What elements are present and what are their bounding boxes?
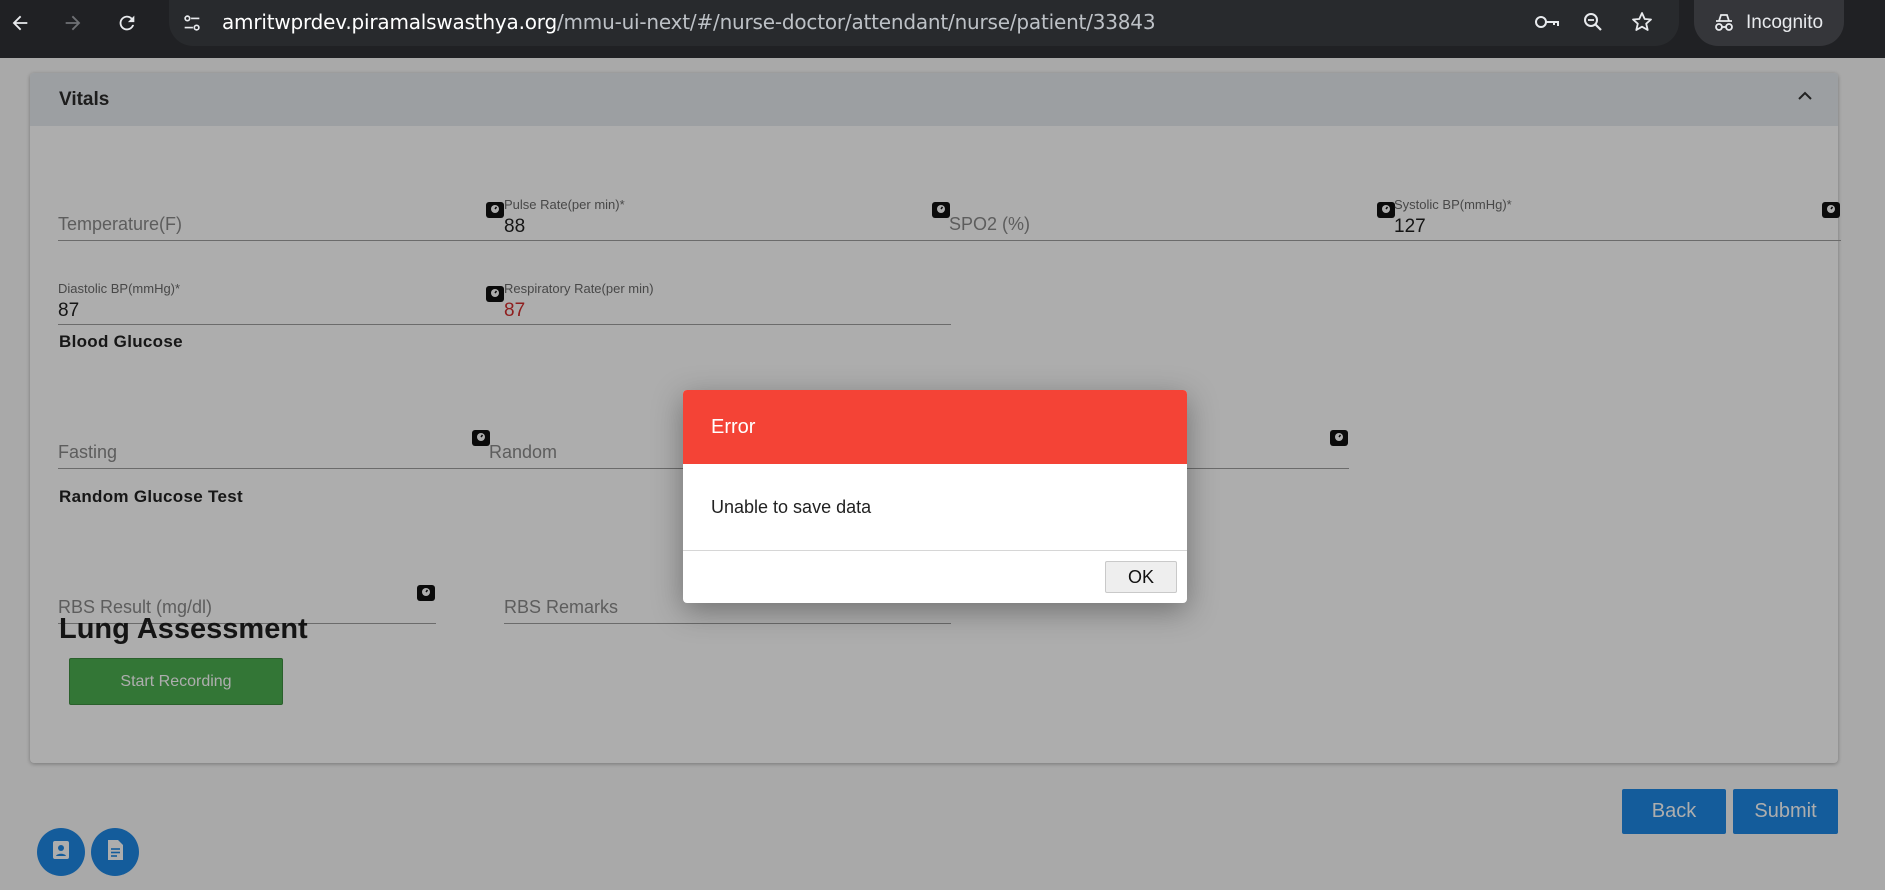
url-text: amritwprdev.piramalswasthya.org/mmu-ui-n… [222,10,1156,34]
error-dialog-header: Error [683,390,1187,464]
address-bar[interactable]: amritwprdev.piramalswasthya.org/mmu-ui-n… [169,0,1679,46]
key-icon[interactable] [1533,10,1561,39]
forward-arrow-icon[interactable] [58,8,88,38]
incognito-icon [1712,12,1736,34]
ok-button[interactable]: OK [1105,561,1177,593]
star-icon[interactable] [1630,10,1654,39]
site-info-icon[interactable] [181,12,203,39]
dialog-divider [683,550,1187,551]
error-dialog-message: Unable to save data [711,497,872,517]
error-dialog-title: Error [711,416,756,438]
error-dialog: Error Unable to save data OK [683,390,1187,603]
incognito-indicator[interactable]: Incognito [1694,0,1844,46]
zoom-icon[interactable] [1581,10,1605,39]
browser-toolbar: amritwprdev.piramalswasthya.org/mmu-ui-n… [0,0,1885,58]
back-arrow-icon[interactable] [5,8,35,38]
reload-icon[interactable] [112,8,142,38]
incognito-label: Incognito [1746,12,1824,33]
